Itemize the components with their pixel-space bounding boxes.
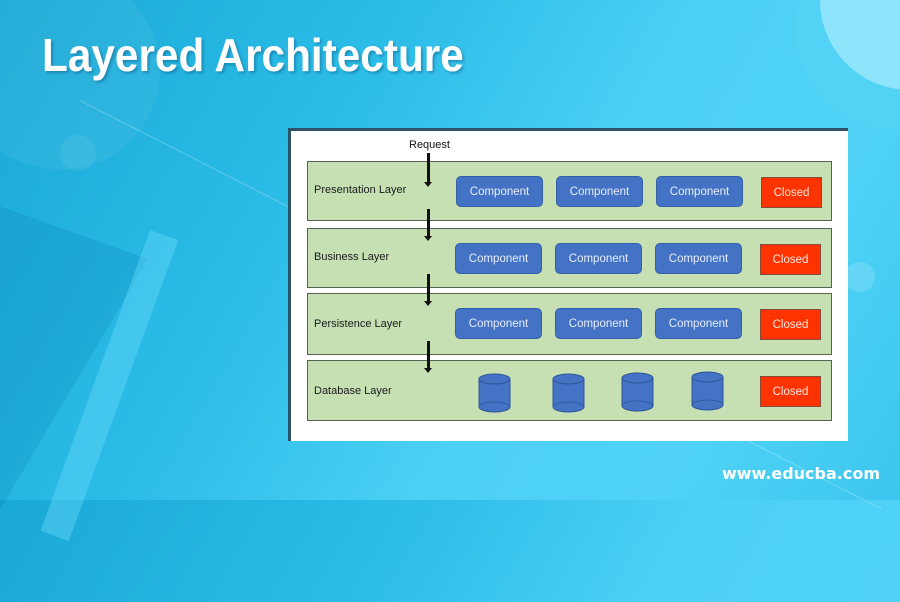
closed-badge: Closed [761,177,822,208]
component-box: Component [455,243,542,274]
layer-presentation: Presentation Layer Component Component C… [307,161,832,221]
background-decoration [60,135,96,171]
closed-badge: Closed [760,244,821,275]
arrow-down-icon [424,209,432,241]
database-icon [552,373,585,413]
background-decoration [0,0,160,170]
database-icon [691,371,724,411]
arrow-down-icon [424,153,432,187]
layer-persistence: Persistence Layer Component Component Co… [307,293,832,355]
layer-database: Database Layer Closed [307,360,832,421]
background-decoration [845,262,875,292]
component-box: Component [556,176,643,207]
arrow-down-icon [424,341,432,373]
arrow-down-icon [424,274,432,306]
closed-badge: Closed [760,309,821,340]
background-decoration [795,0,900,130]
page-title: Layered Architecture [42,29,464,81]
layer-label: Database Layer [314,385,392,397]
website-url: www.educba.com [721,464,880,483]
component-box: Component [456,176,543,207]
component-box: Component [455,308,542,339]
component-box: Component [655,243,742,274]
background-decoration [0,185,149,602]
database-icon [621,372,654,412]
architecture-diagram: Request Presentation Layer Component Com… [288,128,848,441]
layer-label: Presentation Layer [314,184,407,196]
component-box: Component [555,243,642,274]
request-label: Request [409,139,450,151]
layer-label: Persistence Layer [314,318,403,330]
layer-label: Business Layer [314,251,390,263]
database-icon [478,373,511,413]
component-box: Component [656,176,743,207]
background-decoration [820,0,900,90]
background-decoration [40,230,179,541]
closed-badge: Closed [760,376,821,407]
layer-business: Business Layer Component Component Compo… [307,228,832,288]
component-box: Component [655,308,742,339]
component-box: Component [555,308,642,339]
